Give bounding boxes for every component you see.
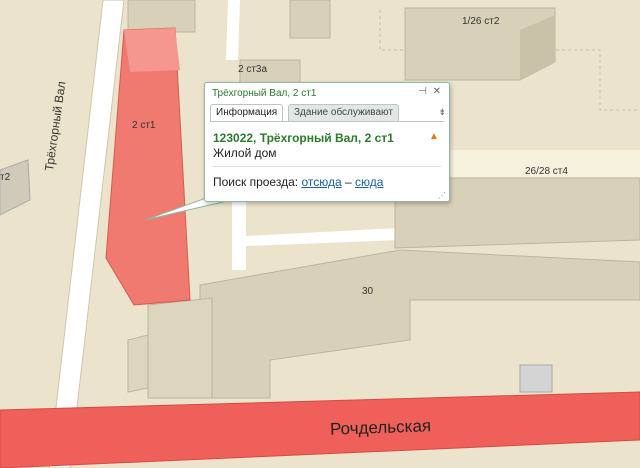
label-building-2-st3a: 2 ст3а — [238, 64, 268, 75]
pin-icon[interactable]: ⊣ — [418, 86, 427, 97]
tab-building-service[interactable]: Здание обслуживают — [288, 104, 399, 121]
road-inner — [246, 228, 400, 246]
building-top-mid — [289, 0, 331, 39]
info-popup: Трёхгорный Вал, 2 ст1 ⊣ ✕ Информация Зда… — [204, 82, 450, 202]
label-building-1-26: 1/26 ст2 — [462, 16, 500, 27]
popup-building-type: Жилой дом — [213, 146, 277, 160]
route-from-link[interactable]: отсюда — [301, 175, 341, 189]
building-small-grey — [519, 364, 553, 393]
label-building-30: 30 — [362, 286, 374, 297]
warning-icon[interactable]: ▲ — [429, 131, 439, 142]
close-icon[interactable]: ✕ — [433, 86, 441, 97]
popup-tabs: Информация Здание обслуживают — [210, 104, 444, 121]
building-2-st1-top — [124, 28, 180, 72]
building-30 — [199, 249, 640, 399]
label-building-left-edge: т2 — [0, 172, 11, 183]
tab-divider — [210, 121, 444, 122]
building-top-left — [127, 0, 196, 33]
route-dash: – — [344, 175, 352, 189]
building-30-wing — [147, 297, 213, 399]
label-building-26-28: 26/28 ст4 — [525, 166, 568, 177]
popup-title: Трёхгорный Вал, 2 ст1 — [212, 88, 317, 99]
popup-address: 123022, Трёхгорный Вал, 2 ст1 — [213, 131, 394, 145]
tabs-scroll-icon[interactable]: ⇟ — [438, 107, 446, 118]
road-rochdelskaya — [0, 391, 640, 468]
route-to-link[interactable]: сюда — [355, 175, 383, 189]
label-building-2-st1: 2 ст1 — [132, 120, 156, 131]
map-base-layer — [0, 0, 640, 468]
building-left-edge — [0, 159, 31, 216]
road-side-lane — [226, 0, 240, 60]
popup-separator — [213, 166, 441, 167]
label-street-rochdelskaya: Рочдельская — [329, 416, 432, 439]
resize-grip-icon[interactable]: ⋰ — [438, 191, 446, 200]
tab-information[interactable]: Информация — [210, 104, 284, 121]
route-search: Поиск проезда: отсюда – сюда — [213, 175, 383, 189]
route-label: Поиск проезда: — [213, 175, 299, 189]
building-30-wing-2 — [127, 334, 149, 393]
map-canvas[interactable]: 1/26 ст2 2 ст3а 2 ст1 26/28 ст4 30 т2 Тр… — [0, 0, 640, 468]
road-side-lane-2 — [232, 200, 246, 270]
